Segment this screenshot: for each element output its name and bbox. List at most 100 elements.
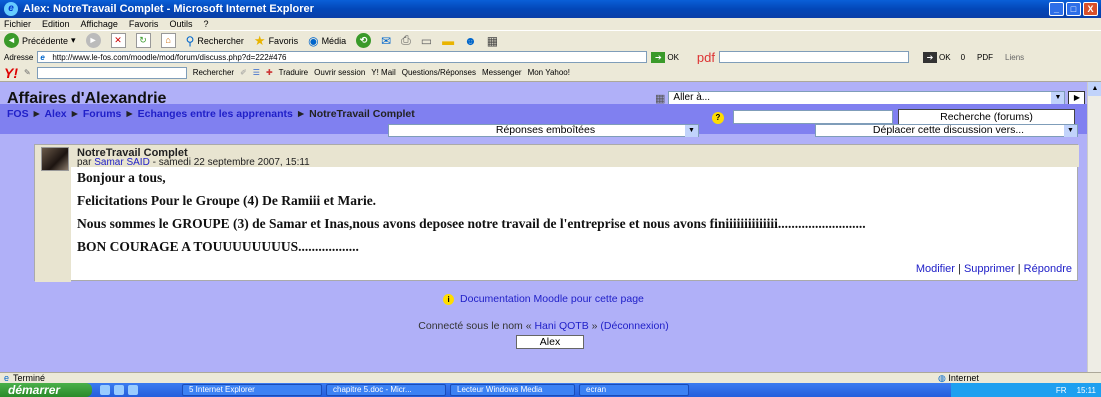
address-bar: Adresse http://www.le-fos.com/moodle/mod…: [0, 49, 1101, 65]
minimize-button[interactable]: _: [1049, 2, 1064, 16]
move-discussion-value: Déplacer cette discussion vers...: [872, 124, 1025, 136]
folder-icon[interactable]: ▬: [442, 34, 454, 48]
jump-go-button[interactable]: ▶: [1068, 91, 1086, 105]
display-mode-select[interactable]: Réponses emboîtées ▼: [388, 124, 699, 137]
breadcrumb-echanges[interactable]: Echanges entre les apprenants: [138, 108, 293, 120]
menu-edition[interactable]: Edition: [42, 19, 70, 29]
edit-link[interactable]: Modifier: [916, 263, 955, 275]
yahoo-messenger-button[interactable]: Messenger: [482, 68, 522, 77]
pdf-button[interactable]: PDF: [977, 53, 993, 62]
display-mode-value: Réponses emboîtées: [495, 124, 596, 136]
breadcrumb-forums[interactable]: Forums: [83, 108, 122, 120]
desktop-icon[interactable]: [100, 385, 110, 395]
course-home-button[interactable]: Alex: [516, 335, 584, 349]
yahoo-my-yahoo-button[interactable]: Mon Yahoo!: [528, 68, 570, 77]
jump-select[interactable]: Aller à... ▼: [668, 91, 1066, 105]
post-line: BON COURAGE A TOUUUUUUUUS...............…: [77, 239, 359, 254]
info-icon: i: [443, 293, 455, 305]
home-icon[interactable]: ⌂: [160, 33, 176, 48]
refresh-icon[interactable]: ↻: [135, 33, 151, 48]
research-icon[interactable]: ▦: [487, 34, 498, 48]
start-button[interactable]: démarrer: [0, 383, 92, 397]
dropdown-arrow-icon: ▾: [71, 35, 76, 45]
vertical-scrollbar[interactable]: ▲: [1087, 82, 1101, 372]
yahoo-search-button[interactable]: Rechercher: [193, 68, 234, 77]
stop-icon[interactable]: ✕: [110, 33, 126, 48]
move-discussion-select[interactable]: Déplacer cette discussion vers... ▼: [815, 124, 1078, 137]
post-side: [35, 167, 71, 282]
post-date: - samedi 22 septembre 2007, 15:11: [152, 157, 310, 168]
history-icon[interactable]: ⟲: [356, 33, 372, 48]
breadcrumb-current: NotreTravail Complet: [309, 108, 415, 120]
address-label: Adresse: [4, 52, 34, 62]
forum-search-input[interactable]: [733, 110, 893, 124]
favorites-button[interactable]: ★ Favoris: [254, 33, 298, 49]
forum-search-button[interactable]: Recherche (forums): [898, 109, 1075, 125]
login-suffix: »: [591, 320, 598, 332]
chevron-down-icon: ▼: [1051, 92, 1065, 104]
menu-fichier[interactable]: Fichier: [4, 19, 31, 29]
search-button[interactable]: ⚲ Rechercher: [186, 34, 244, 48]
go-label: OK: [667, 52, 679, 62]
task-ecran[interactable]: ecran: [579, 384, 689, 396]
avatar[interactable]: [41, 147, 69, 171]
print-icon[interactable]: ⎙: [401, 33, 411, 48]
menu-favoris[interactable]: Favoris: [129, 19, 159, 29]
yahoo-logo[interactable]: Y!: [4, 65, 18, 81]
post-body: Bonjour a tous, Felicitations Pour le Gr…: [77, 170, 1067, 262]
pdf-go-button[interactable]: ➔ OK: [923, 51, 951, 63]
breadcrumb-separator: ►: [124, 108, 135, 120]
shield-icon[interactable]: ✚: [266, 68, 273, 77]
help-icon[interactable]: ?: [712, 112, 724, 124]
logout-link[interactable]: (Déconnexion): [600, 320, 668, 332]
task-media-player[interactable]: Lecteur Windows Media: [450, 384, 575, 396]
scroll-up-icon[interactable]: ▲: [1088, 82, 1101, 96]
delete-link[interactable]: Supprimer: [964, 263, 1015, 275]
pen-icon[interactable]: ✎: [24, 68, 31, 77]
breadcrumb: FOS ► Alex ► Forums ► Echanges entre les…: [7, 108, 415, 120]
language-indicator[interactable]: FR: [1056, 386, 1067, 395]
task-word[interactable]: chapitre 5.doc - Micr...: [326, 384, 446, 396]
messenger-icon[interactable]: ☻: [464, 34, 477, 48]
menu-outils[interactable]: Outils: [169, 19, 192, 29]
mail-icon[interactable]: ✉: [381, 34, 391, 48]
go-button[interactable]: ➔ OK: [651, 51, 679, 63]
post-author-link[interactable]: Samar SAID: [94, 157, 150, 168]
pdf-search-input[interactable]: [719, 51, 909, 63]
jump-select-value: Aller à...: [673, 92, 711, 103]
forward-button[interactable]: ►: [85, 33, 101, 48]
yahoo-translate-button[interactable]: Traduire: [279, 68, 309, 77]
links-label[interactable]: Liens: [1005, 53, 1024, 62]
breadcrumb-fos[interactable]: FOS: [7, 108, 29, 120]
task-internet-explorer[interactable]: 5 Internet Explorer: [182, 384, 322, 396]
reply-link[interactable]: Répondre: [1024, 263, 1072, 275]
highlighter-icon[interactable]: ✐: [240, 68, 247, 77]
list-icon[interactable]: ☰: [253, 68, 260, 77]
post-line: Felicitations Pour le Groupe (4) De Rami…: [77, 193, 377, 208]
window-title: Alex: NotreTravail Complet - Microsoft I…: [23, 3, 314, 15]
magnifier-icon: ⚲: [185, 33, 195, 48]
media-button[interactable]: ◉ Média: [308, 34, 346, 48]
yahoo-mail-button[interactable]: Y! Mail: [371, 68, 395, 77]
clock[interactable]: 15:11: [1077, 386, 1096, 395]
back-button[interactable]: ◄ Précédente ▾: [4, 33, 76, 48]
back-arrow-icon: ◄: [4, 33, 19, 48]
pdf-logo: pdf: [696, 49, 715, 65]
go-arrow-icon: ➔: [651, 51, 666, 63]
menu-bar: Fichier Edition Affichage Favoris Outils…: [0, 18, 1101, 30]
edit-icon[interactable]: ▭: [421, 34, 432, 48]
ie-quick-icon[interactable]: [114, 385, 124, 395]
yahoo-qa-button[interactable]: Questions/Réponses: [402, 68, 476, 77]
documentation-link[interactable]: Documentation Moodle pour cette page: [460, 293, 644, 305]
menu-help[interactable]: ?: [203, 19, 208, 29]
user-link[interactable]: Hani QOTB: [534, 320, 588, 332]
yahoo-search-input[interactable]: [36, 66, 187, 79]
menu-affichage[interactable]: Affichage: [81, 19, 118, 29]
maximize-button[interactable]: □: [1066, 2, 1081, 16]
breadcrumb-alex[interactable]: Alex: [44, 108, 66, 120]
star-icon: ★: [253, 32, 266, 48]
address-input[interactable]: http://www.le-fos.com/moodle/mod/forum/d…: [37, 51, 648, 63]
yahoo-open-session-button[interactable]: Ouvrir session: [314, 68, 365, 77]
close-button[interactable]: X: [1083, 2, 1098, 16]
media-quick-icon[interactable]: [128, 385, 138, 395]
